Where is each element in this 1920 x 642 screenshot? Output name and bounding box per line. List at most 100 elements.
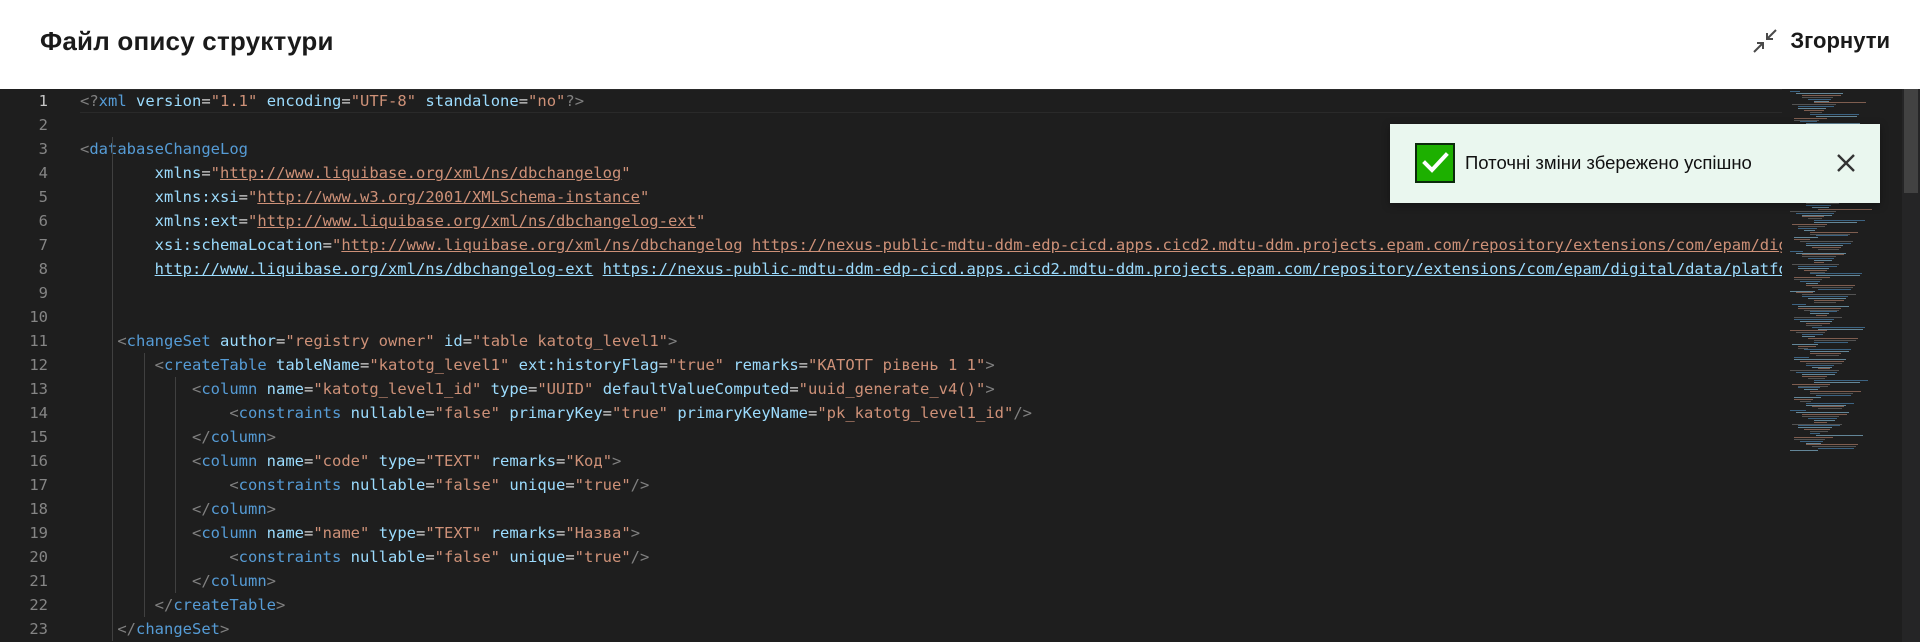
code-line[interactable]: <constraints nullable="false" unique="tr… [80,545,649,569]
whitespace: = [416,524,426,542]
code-line[interactable]: </column> [80,569,276,593]
minimap-line [1806,402,1854,404]
xml-attribute-value: "pk_katotg_level1_id" [817,404,1014,422]
code-line[interactable]: </createTable> [80,593,286,617]
xml-attribute-value: "UUID" [537,380,594,398]
xml-tag-name: column [201,380,258,398]
minimap-line [1814,300,1844,301]
minimap-line [1814,262,1824,263]
xml-attribute-value: "no" [528,92,566,110]
xml-tag-name: column [201,524,258,542]
whitespace: = [238,212,248,230]
line-number: 21 [29,572,48,590]
minimap-line [1808,417,1837,419]
minimap-line [1802,336,1815,338]
minimap-line [1802,96,1833,98]
minimap-line [1794,237,1818,239]
code-line[interactable]: <databaseChangeLog [80,137,248,161]
xml-punctuation: <? [80,92,99,110]
code-line[interactable]: xsi:schemaLocation="http://www.liquibase… [80,233,1782,257]
minimap-line [1814,260,1832,262]
minimap-line [1806,362,1842,364]
xml-attribute-value: "true" [574,548,631,566]
xml-punctuation: /> [630,476,650,494]
xml-punctuation: > [275,596,286,614]
minimap-line [1798,265,1837,267]
indent-guide [175,377,177,593]
minimap-line [1790,250,1803,252]
xml-attribute-value: "registry owner" [285,332,435,350]
url-link[interactable]: https://nexus-public-mdtu-ddm-edp-cicd.a… [603,260,1782,278]
url-link[interactable]: http://www.liquibase.org/xml/ns/dbchange… [155,260,594,278]
minimap-line [1816,434,1863,436]
code-line[interactable]: http://www.liquibase.org/xml/ns/dbchange… [80,257,1782,281]
minimap-line [1794,279,1822,281]
url-link[interactable]: http://www.w3.org/2001/XMLSchema-instanc… [257,188,640,206]
close-icon[interactable] [1834,151,1858,175]
code-line[interactable]: xmlns:xsi="http://www.w3.org/2001/XMLSch… [80,185,650,209]
minimap-line [1808,258,1834,260]
code-line[interactable]: </column> [80,425,276,449]
indent-guide [111,329,113,641]
minimap-line [1804,309,1839,311]
xml-punctuation: </ [154,596,174,614]
line-number: 7 [38,236,48,254]
whitespace: = [518,92,529,110]
xml-tag-name: changeSet [126,332,211,350]
xml-tag-name: databaseChangeLog [89,140,248,158]
xml-attribute-value: "Назва" [565,524,631,542]
scrollbar-thumb[interactable] [1904,89,1918,193]
minimap-line [1792,423,1842,425]
xml-punctuation: > [985,356,995,374]
minimap-line [1816,315,1827,317]
minimap-line [1814,421,1827,423]
minimap-line [1806,205,1831,206]
code-line[interactable]: <column name="code" type="TEXT" remarks=… [80,449,621,473]
url-link[interactable]: https://nexus-public-mdtu-ddm-edp-cicd.a… [752,236,1782,254]
xml-punctuation: < [154,356,164,374]
minimap-line [1818,248,1839,250]
collapse-button[interactable]: Згорнути [1752,28,1890,54]
whitespace: = [425,476,435,494]
code-line[interactable]: <constraints nullable="false" primaryKey… [80,401,1032,425]
line-number: 1 [38,92,48,110]
url-link[interactable]: http://www.liquibase.org/xml/ns/dbchange… [257,212,696,230]
url-link[interactable]: http://www.liquibase.org/xml/ns/dbchange… [220,164,621,182]
xml-punctuation: > [612,452,622,470]
xml-punctuation: ?> [565,92,585,110]
code-line[interactable]: </column> [80,497,276,521]
code-line[interactable]: xmlns:ext="http://www.liquibase.org/xml/… [80,209,706,233]
code-line[interactable]: <?xml version="1.1" encoding="UTF-8" sta… [80,89,584,113]
xml-tag-name: constraints [238,404,342,422]
minimap-line [1802,216,1824,218]
code-line[interactable]: <changeSet author="registry owner" id="t… [80,329,677,353]
url-link[interactable]: http://www.liquibase.org/xml/ns/dbchange… [341,236,742,254]
line-number: 6 [38,212,48,230]
whitespace: = [341,92,351,110]
minimap-line [1810,353,1841,355]
code-line[interactable]: <column name="name" type="TEXT" remarks=… [80,521,640,545]
code-line[interactable]: <constraints nullable="false" unique="tr… [80,473,649,497]
vertical-scrollbar[interactable] [1902,89,1920,642]
code-line[interactable]: </changeSet> [80,617,229,641]
whitespace: = [556,524,566,542]
minimap-line [1812,246,1841,248]
minimap-line [1798,227,1817,229]
code-line[interactable]: <column name="katotg_level1_id" type="UU… [80,377,995,401]
line-number: 15 [29,428,48,446]
xml-attribute: xsi:schemaLocation [154,236,323,254]
code-line[interactable]: <createTable tableName="katotg_level1" e… [80,353,995,377]
xml-attribute-value: " [248,212,258,230]
xml-tag-name: column [210,500,267,518]
whitespace: = [425,548,435,566]
minimap-line [1790,91,1800,92]
xml-tag-name: changeSet [136,620,220,638]
minimap-line [1806,442,1821,444]
minimap-line [1816,395,1851,396]
code-line[interactable]: xmlns="http://www.liquibase.org/xml/ns/d… [80,161,631,185]
minimap-line [1798,427,1832,429]
